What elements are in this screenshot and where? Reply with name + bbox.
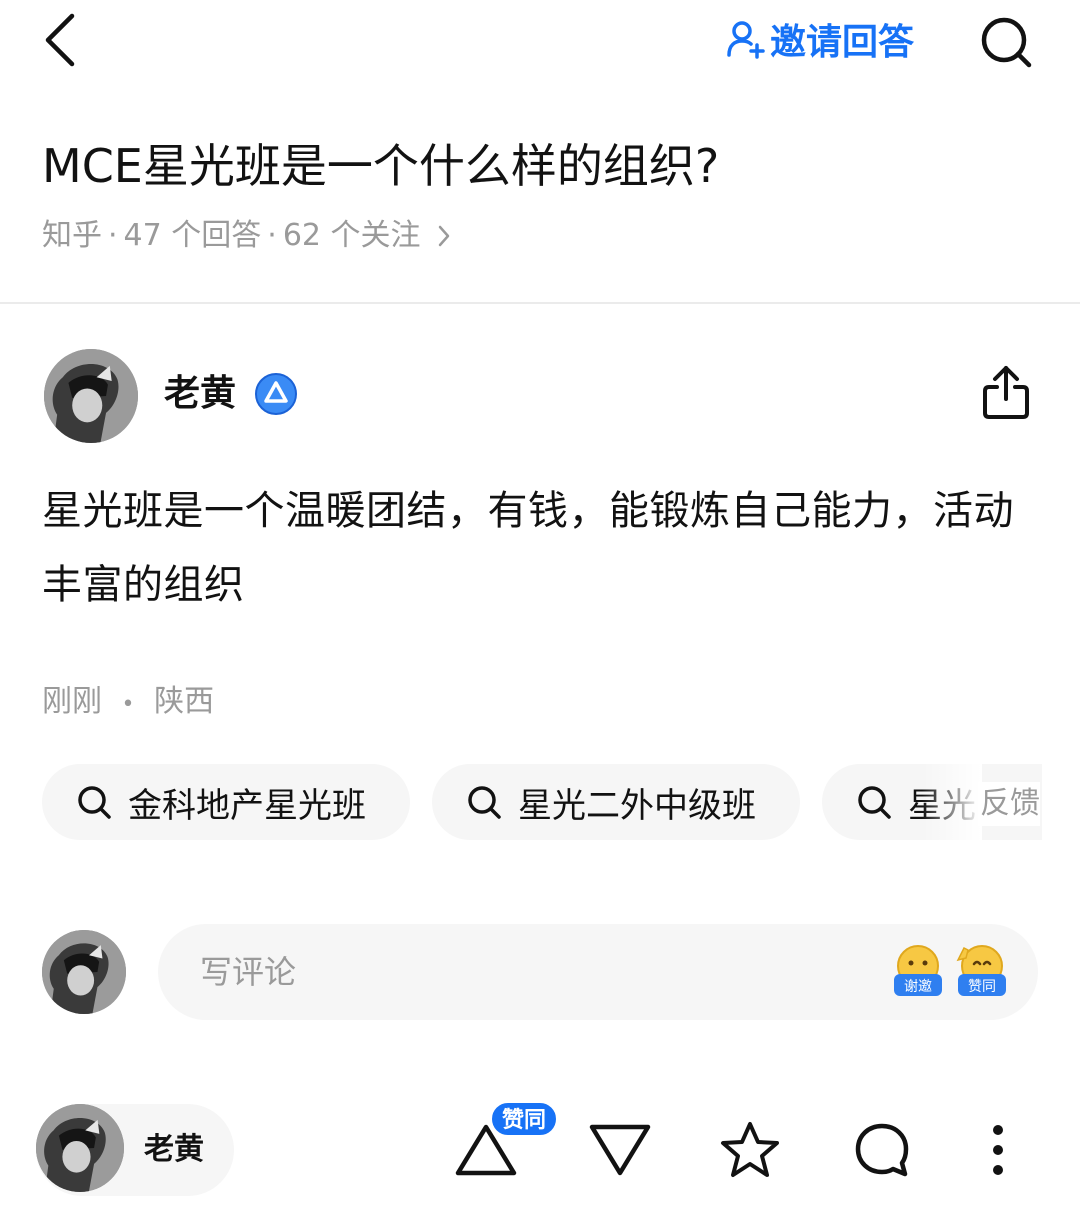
author-name[interactable]: 老黄	[164, 370, 236, 418]
verified-triangle-icon	[255, 373, 297, 415]
avatar-photo	[42, 930, 126, 1014]
search-button[interactable]	[974, 10, 1038, 74]
related-search-chips: 金科地产星光班 星光二外中级班 星光	[42, 764, 1042, 842]
question-title[interactable]: MCE星光班是一个什么样的组织?	[42, 136, 719, 196]
person-add-icon	[727, 21, 765, 59]
emoji-thanks-label: 谢邀	[904, 979, 932, 995]
verified-badge	[254, 372, 298, 416]
feedback-link[interactable]: 反馈	[978, 782, 1040, 826]
author-avatar[interactable]	[44, 349, 138, 443]
related-search-chip[interactable]: 金科地产星光班	[42, 764, 410, 840]
emoji-thanks-button[interactable]: 谢邀	[892, 942, 944, 1000]
comment-button[interactable]	[846, 1114, 918, 1186]
share-icon	[983, 366, 1029, 419]
search-icon	[78, 786, 111, 819]
answer-content[interactable]: 星光班是一个温暖团结，有钱，能锻炼自己能力，活动丰富的组织	[42, 474, 1042, 622]
avatar-photo	[36, 1104, 124, 1192]
downvote-triangle-icon	[589, 1124, 651, 1176]
chevron-left-icon	[45, 13, 75, 67]
bottom-author-avatar[interactable]	[36, 1104, 124, 1192]
my-avatar	[42, 930, 126, 1014]
emoji-agree-button[interactable]: 赞同	[954, 942, 1008, 1000]
question-meta[interactable]: 知乎 · 47 个回答 · 62 个关注	[42, 214, 451, 258]
collect-button[interactable]	[714, 1114, 786, 1186]
avatar-photo	[44, 349, 138, 443]
follower-count: 62 个关注	[282, 218, 421, 253]
comment-placeholder: 写评论	[200, 953, 297, 991]
meta-separator: ·	[267, 218, 277, 253]
search-icon	[468, 786, 501, 819]
more-vertical-icon	[993, 1125, 1003, 1175]
back-button[interactable]	[36, 10, 84, 70]
chevron-right-icon	[438, 225, 449, 247]
section-divider	[0, 302, 1080, 304]
answer-location: 陕西	[154, 684, 215, 719]
invite-answer-label: 邀请回答	[770, 22, 915, 63]
downvote-button[interactable]	[584, 1114, 656, 1186]
comment-bubble-icon	[855, 1123, 909, 1177]
related-search-label: 星光二外中级班	[518, 785, 756, 826]
share-button[interactable]	[974, 360, 1038, 424]
invite-answer-button[interactable]: 邀请回答	[726, 14, 914, 64]
answer-meta: 刚刚 • 陕西	[42, 680, 214, 727]
emoji-agree-icon: 赞同	[956, 945, 1006, 996]
star-icon	[721, 1122, 779, 1177]
search-icon	[858, 786, 891, 819]
more-button[interactable]	[962, 1114, 1034, 1186]
bottom-author-name[interactable]: 老黄	[144, 1128, 204, 1172]
meta-dot: •	[121, 692, 135, 717]
meta-separator: ·	[108, 218, 118, 253]
emoji-thanks-icon: 谢邀	[894, 945, 942, 996]
answer-count: 47 个回答	[123, 218, 262, 253]
chip-fade-overlay	[922, 764, 982, 840]
emoji-agree-label: 赞同	[968, 979, 996, 995]
search-icon	[981, 17, 1032, 68]
related-search-label: 金科地产星光班	[128, 785, 366, 826]
question-source: 知乎	[42, 218, 102, 253]
related-search-chip[interactable]: 星光二外中级班	[432, 764, 800, 840]
answer-time: 刚刚	[42, 684, 102, 719]
upvote-badge: 赞同	[490, 1101, 559, 1137]
